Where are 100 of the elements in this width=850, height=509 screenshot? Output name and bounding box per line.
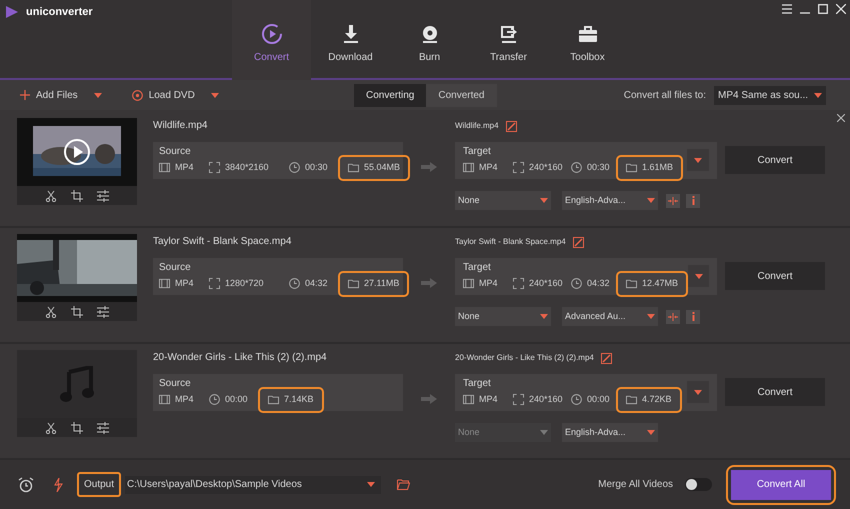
nav-tab[interactable]: Burn — [390, 0, 469, 80]
resize-icon — [513, 278, 524, 290]
dropdown-button[interactable] — [688, 265, 709, 287]
file-format: MP4 — [175, 161, 194, 174]
sliders-icon[interactable] — [97, 422, 109, 434]
file-format: MP4 — [175, 277, 194, 290]
convert-button[interactable]: Convert — [725, 262, 825, 290]
info-button[interactable] — [686, 194, 700, 208]
caret-icon — [540, 430, 548, 435]
file-resolution: 240*160 — [529, 277, 563, 290]
file-size: 1.61MB — [642, 161, 674, 174]
split-button[interactable] — [666, 194, 680, 208]
convert-button[interactable]: Convert — [725, 378, 825, 406]
film-icon — [159, 394, 170, 406]
format-dropdown[interactable]: MP4 Same as sou... — [714, 86, 826, 104]
dropdown[interactable]: English-Adva... — [562, 191, 658, 210]
lightning-icon[interactable] — [54, 478, 63, 492]
resize-icon — [209, 278, 220, 290]
caret-icon — [647, 198, 655, 203]
file-name: Wildlife.mp4 — [153, 120, 208, 132]
dropdown-button[interactable] — [687, 381, 709, 403]
caret-icon — [210, 92, 219, 98]
logo-icon — [6, 6, 18, 18]
file-name: 20-Wonder Girls - Like This (2) (2).mp4 — [455, 352, 594, 364]
convert-button[interactable]: Convert — [725, 146, 825, 174]
play-circle-icon — [260, 22, 284, 46]
scissors-icon[interactable] — [45, 306, 57, 318]
output-label: Output — [77, 472, 122, 497]
nav-tab[interactable]: Transfer — [469, 0, 548, 80]
nav-tab[interactable]: Toolbox — [548, 0, 627, 80]
play-icon[interactable] — [64, 139, 90, 165]
dropdown[interactable]: None — [455, 191, 551, 210]
film-icon — [463, 278, 474, 290]
folder-icon — [348, 278, 359, 290]
edit-icon[interactable] — [506, 120, 517, 132]
dropdown[interactable]: Advanced Au... — [562, 307, 658, 326]
clock-icon — [289, 162, 300, 174]
music-note-icon — [60, 366, 94, 402]
target-label: Target — [463, 378, 492, 389]
resize-icon — [513, 162, 524, 174]
crop-icon[interactable] — [71, 306, 83, 318]
scissors-icon[interactable] — [45, 422, 57, 434]
add-files-button[interactable]: Add Files — [20, 88, 102, 102]
crop-icon[interactable] — [71, 422, 83, 434]
disc-icon — [132, 90, 143, 100]
file-name: 20-Wonder Girls - Like This (2) (2).mp4 — [153, 352, 328, 364]
menu-icon[interactable] — [782, 4, 792, 14]
nav-tab[interactable]: Convert — [232, 0, 311, 82]
folder-icon — [626, 162, 637, 174]
plus-icon — [20, 90, 30, 100]
folder-icon — [348, 162, 359, 174]
file-format: MP4 — [479, 161, 498, 174]
folder-open-icon[interactable] — [397, 479, 410, 490]
merge-toggle[interactable] — [685, 478, 712, 491]
edit-icon[interactable] — [600, 352, 612, 364]
film-icon — [463, 162, 474, 174]
file-resolution: 3840*2160 — [225, 161, 269, 174]
file-resolution: 240*160 — [529, 161, 563, 174]
caret-icon — [540, 314, 548, 319]
arrow-icon — [421, 278, 437, 288]
output-path-dropdown[interactable]: C:\Users\payal\Desktop\Sample Videos — [125, 476, 382, 494]
clock-icon — [571, 394, 582, 406]
dropdown-button[interactable] — [687, 149, 709, 171]
info-button[interactable] — [686, 310, 700, 324]
convert-all-button[interactable]: Convert All — [731, 470, 831, 500]
clock-icon — [289, 278, 300, 290]
info-icon — [692, 196, 694, 205]
file-name: Wildlife.mp4 — [455, 120, 499, 132]
scissors-icon[interactable] — [45, 190, 57, 202]
split-button[interactable] — [666, 310, 680, 324]
folder-icon — [268, 394, 279, 406]
caret-icon — [94, 92, 102, 98]
file-resolution: 240*160 — [529, 393, 563, 406]
sliders-icon[interactable] — [97, 306, 109, 318]
mode-tab[interactable]: Converting — [354, 84, 426, 106]
sliders-icon[interactable] — [97, 190, 109, 202]
file-size: 27.11MB — [364, 277, 400, 290]
nav-tab[interactable]: Download — [311, 0, 390, 80]
close-icon[interactable] — [836, 4, 846, 14]
dropdown[interactable]: English-Adva... — [562, 423, 658, 442]
crop-icon[interactable] — [71, 190, 83, 202]
file-size: 55.04MB — [364, 161, 400, 174]
load-dvd-button[interactable]: Load DVD — [132, 88, 219, 102]
film-icon — [159, 162, 170, 174]
arrow-icon — [421, 162, 437, 172]
app-title: uniconverter — [26, 6, 93, 18]
dropdown[interactable]: None — [455, 307, 551, 326]
mode-tab[interactable]: Converted — [426, 84, 496, 106]
file-size: 4.72KB — [642, 393, 672, 406]
caret-icon — [694, 158, 702, 162]
target-label: Target — [463, 146, 492, 157]
file-size: 7.14KB — [284, 393, 314, 406]
alarm-clock-icon[interactable] — [18, 476, 34, 492]
file-duration: 04:32 — [305, 277, 328, 290]
edit-icon[interactable] — [572, 236, 584, 248]
close-icon[interactable] — [837, 114, 845, 122]
source-label: Source — [159, 378, 192, 389]
caret-icon — [647, 430, 655, 435]
maximize-icon[interactable] — [818, 4, 828, 14]
caret-icon — [694, 274, 703, 278]
